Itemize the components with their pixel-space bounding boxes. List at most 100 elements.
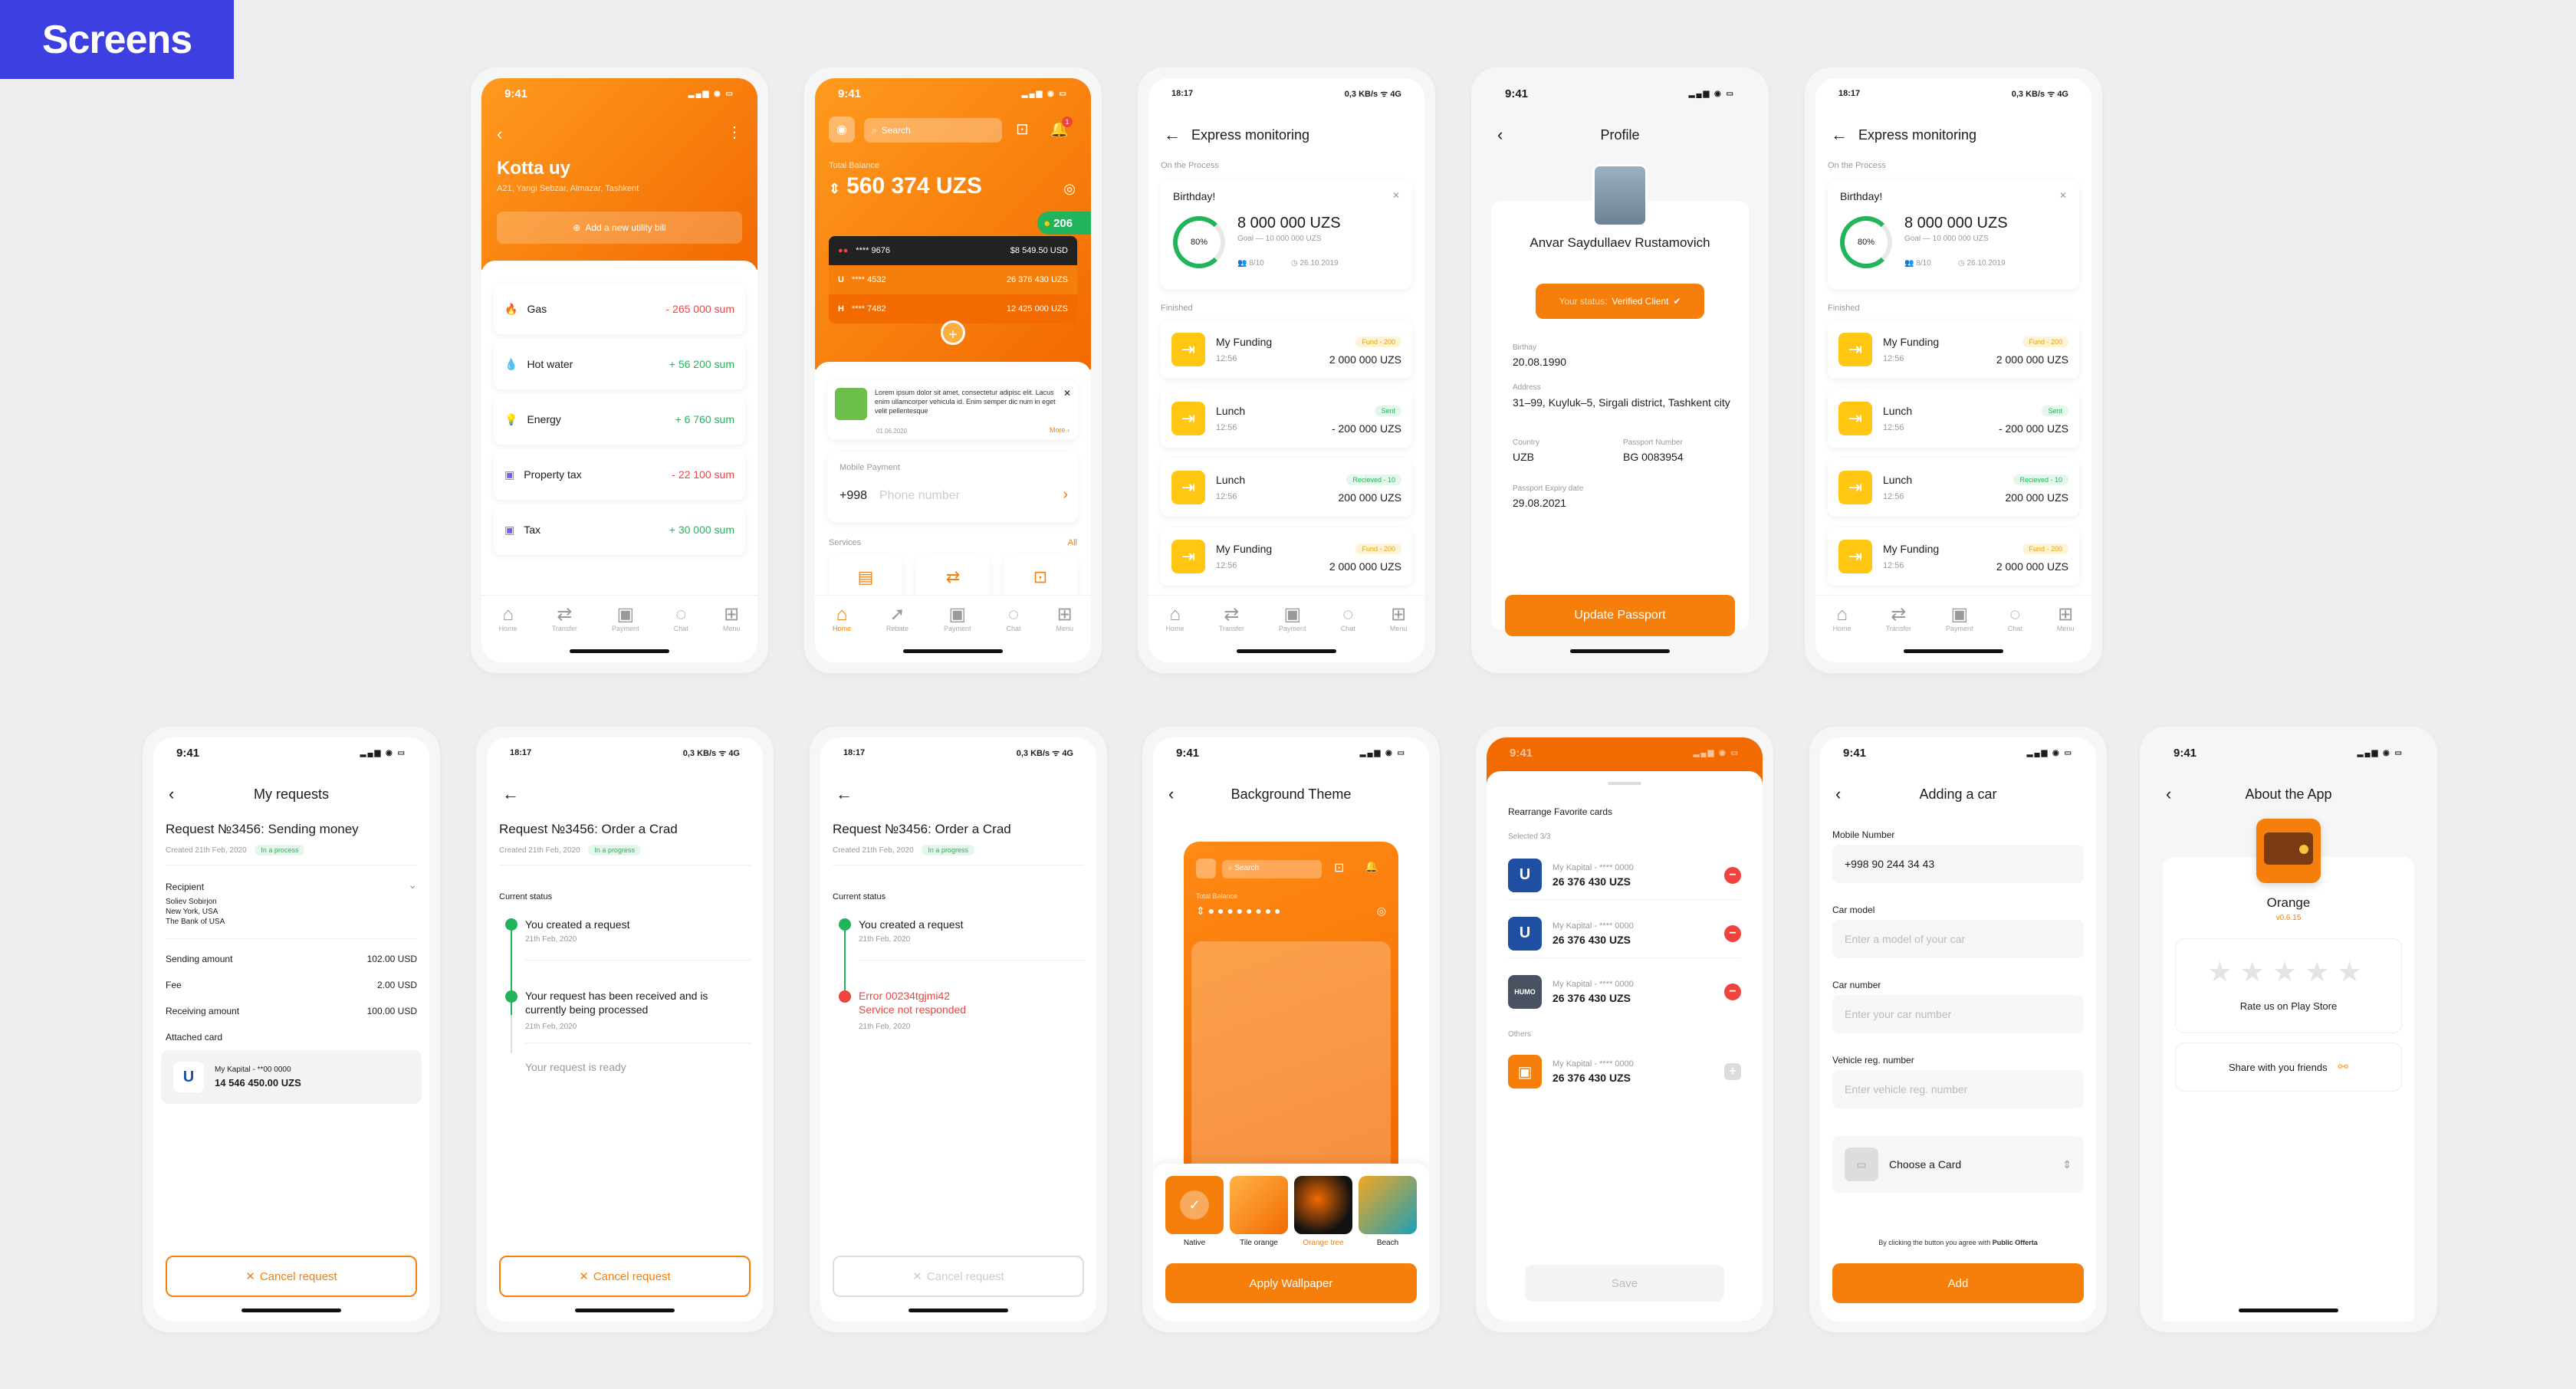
back-icon[interactable]: ‹ [1835, 784, 1858, 804]
finished-row[interactable]: ⇥ My Funding 12:56 Fund - 200 2 000 000 UZS [1828, 320, 2079, 379]
profile-name: Anvar Saydullaev Rustamovich [1530, 235, 1710, 250]
bill-item-hot-water[interactable]: 💧 Hot water + 56 200 sum [494, 339, 745, 389]
avatar[interactable]: ◉ [829, 117, 855, 143]
nav-rebate[interactable]: ➚ Rebate [886, 604, 909, 632]
back-icon[interactable]: ‹ [1497, 125, 1520, 145]
other-card-row[interactable]: ▣ My Kapital - **** 0000 26 376 430 UZS + [1508, 1047, 1741, 1096]
promo-card[interactable]: Lorem ipsum dolor sit amet, consectetur … [827, 380, 1079, 440]
car-model-field[interactable]: Enter a model of your car [1832, 920, 2084, 958]
close-icon[interactable]: ✕ [1392, 190, 1400, 201]
finished-row[interactable]: ⇥ Lunch 12:56 Sent - 200 000 UZS [1828, 389, 2079, 448]
search-input[interactable]: ⌕ Search [864, 118, 1002, 143]
bill-item-tax[interactable]: ▣ Tax + 30 000 sum [494, 504, 745, 555]
save-button[interactable]: Save [1525, 1265, 1724, 1302]
eye-icon[interactable]: ◎ [1063, 181, 1076, 197]
finished-row[interactable]: ⇥ My Funding 12:56 Fund - 200 2 000 000 UZS [1161, 527, 1412, 586]
transaction-icon: ⇥ [1838, 471, 1872, 504]
step-2-date: 21th Feb, 2020 [525, 1023, 577, 1031]
fav-card-row[interactable]: U My Kapital - **** 0000 26 376 430 UZS − [1508, 851, 1741, 900]
nav-menu[interactable]: ⊞ Menu [1390, 604, 1408, 632]
nav-transfer[interactable]: ⇄ Transfer [1219, 604, 1244, 632]
remove-icon[interactable]: − [1724, 866, 1741, 884]
update-passport-button[interactable]: Update Passport [1505, 595, 1735, 636]
chevron-right-icon[interactable]: › [1063, 486, 1068, 504]
nav-menu[interactable]: ⊞ Menu [2057, 604, 2075, 632]
card-row-3[interactable]: H **** 7482 12 425 000 UZS [829, 294, 1077, 323]
card-row-2[interactable]: U **** 4532 26 376 430 UZS [829, 265, 1077, 294]
nav-home[interactable]: ⌂ Home [1166, 604, 1184, 632]
attached-card[interactable]: U My Kapital - **00 0000 14 546 450.00 UZ… [161, 1050, 422, 1104]
nav-home[interactable]: ⌂ Home [1833, 604, 1852, 632]
rate-card[interactable]: ★★★★★ Rate us on Play Store [2175, 938, 2402, 1033]
nav-payment[interactable]: ▣ Payment [1279, 604, 1306, 632]
remove-icon[interactable]: − [1724, 924, 1741, 942]
back-icon[interactable]: ‹ [1168, 784, 1191, 804]
nav-chat[interactable]: ◌ Chat [2008, 604, 2022, 632]
vehicle-reg-field[interactable]: Enter vehicle reg. number [1832, 1070, 2084, 1108]
bill-item-gas[interactable]: 🔥 Gas - 265 000 sum [494, 284, 745, 334]
choose-card-select[interactable]: ▭ Choose a Card ⇕ [1832, 1136, 2084, 1193]
fav-card-row[interactable]: HUMO My Kapital - **** 0000 26 376 430 UZ… [1508, 967, 1741, 1016]
chevron-down-icon[interactable]: ⌄ [408, 878, 417, 892]
bill-item-property-tax[interactable]: ▣ Property tax - 22 100 sum [494, 449, 745, 500]
close-icon[interactable]: ✕ [2059, 190, 2067, 201]
nav-transfer[interactable]: ⇄ Transfer [552, 603, 577, 632]
back-icon[interactable]: ‹ [2166, 784, 2189, 804]
back-icon[interactable]: ← [836, 784, 859, 804]
nav-menu[interactable]: ⊞ Menu [723, 604, 741, 632]
phone-input[interactable]: Phone number [879, 489, 960, 503]
back-icon[interactable]: ‹ [497, 124, 502, 144]
car-number-field[interactable]: Enter your car number [1832, 995, 2084, 1033]
nav-home[interactable]: ⌂ Home [833, 604, 851, 632]
add-button[interactable]: Add [1832, 1263, 2084, 1303]
goal-card[interactable]: Birthday! ✕ 80% 8 000 000 UZS Goal — 10 … [1828, 179, 2079, 290]
add-icon[interactable]: + [1724, 1063, 1741, 1080]
finished-row[interactable]: ⇥ My Funding 12:56 Fund - 200 2 000 000 UZS [1161, 320, 1412, 379]
nav-payment[interactable]: ▣ Payment [612, 604, 639, 632]
public-offerta-link[interactable]: Public Offerta [1993, 1239, 2038, 1246]
promo-more-link[interactable]: More › [1050, 426, 1070, 434]
add-bill-button[interactable]: ⊕ Add a new utility bill [497, 212, 742, 244]
back-icon[interactable]: ‹ [169, 784, 192, 804]
finished-row[interactable]: ⇥ Lunch 12:56 Sent - 200 000 UZS [1161, 389, 1412, 448]
finished-row[interactable]: ⇥ Lunch 12:56 Recieved - 10 200 000 UZS [1828, 458, 2079, 517]
nav-payment[interactable]: ▣ Payment [944, 604, 971, 632]
apply-wallpaper-button[interactable]: Apply Wallpaper [1165, 1263, 1417, 1303]
goal-card[interactable]: Birthday! ✕ 80% 8 000 000 UZS Goal — 10 … [1161, 179, 1412, 290]
cancel-request-button[interactable]: ✕ Cancel request [499, 1256, 751, 1297]
fav-card-row[interactable]: U My Kapital - **** 0000 26 376 430 UZS − [1508, 909, 1741, 958]
theme-native[interactable]: ✓ [1165, 1176, 1224, 1234]
card-row-1[interactable]: ●● **** 9676 $8 549.50 USD [829, 236, 1077, 265]
transfer-icon: ⇄ [557, 603, 573, 625]
nav-menu[interactable]: ⊞ Menu [1056, 604, 1073, 632]
scan-icon[interactable]: ⊡ [1016, 120, 1029, 139]
cancel-request-button[interactable]: ✕ Cancel request [833, 1256, 1084, 1297]
theme-beach[interactable] [1359, 1176, 1417, 1234]
mastercard-icon: ●● [838, 246, 849, 255]
back-icon[interactable]: ← [1831, 125, 1854, 145]
remove-icon[interactable]: − [1724, 983, 1741, 1000]
services-all-link[interactable]: All [1068, 538, 1077, 547]
cancel-request-button[interactable]: ✕ Cancel request [166, 1256, 417, 1297]
theme-tile-orange[interactable] [1230, 1176, 1288, 1234]
selected-label: Selected 3/3 [1508, 832, 1551, 841]
nav-chat[interactable]: ◌ Chat [1341, 604, 1355, 632]
mobile-field[interactable]: +998 90 244 34 43 [1832, 845, 2084, 883]
finished-row[interactable]: ⇥ Lunch 12:56 Recieved - 10 200 000 UZS [1161, 458, 1412, 517]
rating-stars[interactable]: ★★★★★ [2176, 956, 2401, 988]
nav-payment[interactable]: ▣ Payment [1946, 604, 1973, 632]
more-icon[interactable]: ⋮ [727, 123, 742, 142]
add-card-button[interactable]: + [941, 320, 965, 345]
nav-chat[interactable]: ◌ Chat [674, 604, 688, 632]
share-button[interactable]: Share with you friends ⚯ [2175, 1043, 2402, 1092]
back-icon[interactable]: ← [502, 784, 525, 804]
bill-item-energy[interactable]: 💡 Energy + 6 760 sum [494, 394, 745, 445]
back-icon[interactable]: ← [1164, 125, 1187, 145]
nav-chat[interactable]: ◌ Chat [1006, 604, 1020, 632]
nav-home[interactable]: ⌂ Home [499, 604, 518, 632]
theme-orange-tree[interactable] [1294, 1176, 1352, 1234]
nav-transfer[interactable]: ⇄ Transfer [1886, 604, 1911, 632]
request-title: Request №3456: Order a Crad [833, 822, 1011, 836]
step-1-date: 21th Feb, 2020 [525, 935, 577, 944]
finished-row[interactable]: ⇥ My Funding 12:56 Fund - 200 2 000 000 UZS [1828, 527, 2079, 586]
